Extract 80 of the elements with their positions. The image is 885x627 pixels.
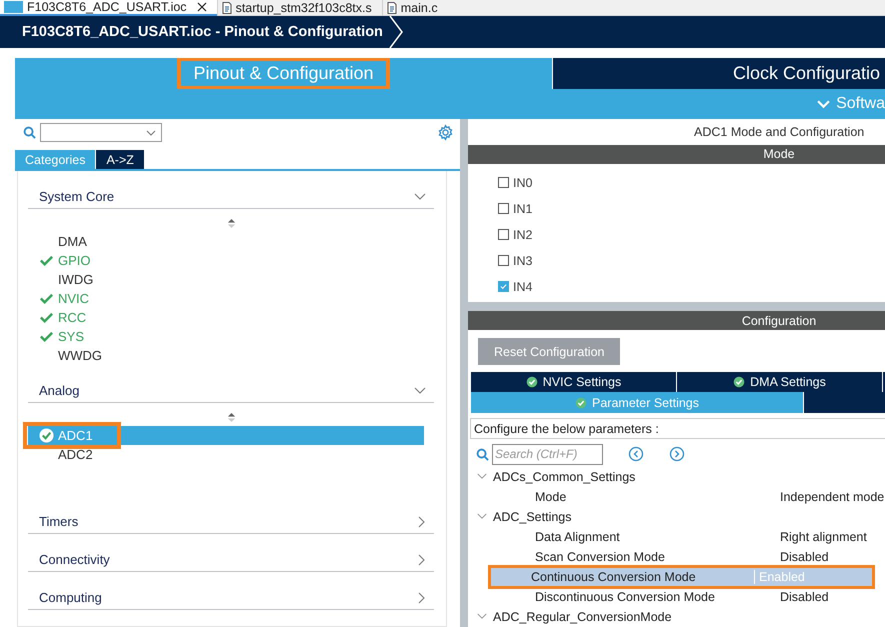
category-header[interactable]: Connectivity (28, 548, 434, 572)
panel-title: ADC1 Mode and Configuration (694, 124, 864, 139)
next-icon[interactable] (669, 446, 685, 462)
breadcrumb-title[interactable]: F103C8T6_ADC_USART.ioc - Pinout & Configuration (22, 24, 383, 40)
mode-header: Mode (468, 144, 885, 164)
parameter-value: Enabled (754, 570, 805, 584)
caret-icon (146, 130, 156, 136)
category-header[interactable]: System Core (28, 185, 434, 209)
parameter-group[interactable]: ADCs_Common_Settings (468, 466, 885, 487)
check-icon (39, 291, 54, 306)
peripheral-item[interactable]: DMA (28, 232, 434, 251)
chevron-right-icon (418, 592, 426, 604)
search-icon (23, 126, 36, 139)
search-dropdown[interactable] (40, 123, 162, 142)
chevron-down-icon (817, 100, 830, 108)
category-header[interactable]: Computing (28, 586, 434, 610)
check-circle-icon (733, 376, 746, 388)
parameter-value: Right alignment (779, 530, 867, 544)
checkbox[interactable] (498, 203, 509, 214)
scroll-arrows-icon[interactable] (226, 412, 236, 423)
checkbox[interactable] (498, 229, 509, 240)
parameter-value: Disabled (779, 590, 829, 604)
chevron-right-icon (418, 554, 426, 566)
check-icon (39, 310, 54, 325)
file-icon (222, 2, 232, 14)
editor-tab[interactable]: F103C8T6_ADC_USART.ioc (0, 0, 217, 16)
checkbox[interactable] (498, 177, 509, 188)
splitter[interactable] (468, 302, 885, 312)
search-icon (476, 448, 489, 461)
main-tab[interactable]: Clock Configuratio (552, 58, 885, 89)
parameter-group[interactable]: ADC_Regular_ConversionMode (468, 606, 885, 627)
settings-icon[interactable] (437, 124, 454, 141)
parameter-name: Discontinuous Conversion Mode (534, 590, 716, 604)
peripheral-item[interactable]: ADC2 (28, 445, 434, 464)
file-icon (4, 1, 23, 13)
category-tab[interactable]: A->Z (96, 150, 144, 169)
category-header[interactable]: Timers (28, 510, 434, 534)
check-icon (39, 329, 54, 344)
chevron-down-icon (477, 473, 487, 480)
check-circle-icon (575, 396, 587, 409)
parameter-name: Mode (534, 490, 568, 504)
channel-label: IN4 (513, 280, 532, 294)
parameter-row[interactable]: Continuous Conversion Mode Enabled (490, 566, 873, 587)
chevron-down-icon (414, 386, 426, 394)
parameter-name: Scan Conversion Mode (534, 550, 666, 564)
file-icon (386, 2, 397, 14)
parameter-row[interactable]: Mode Independent mode (472, 486, 885, 507)
parameter-row[interactable]: Discontinuous Conversion Mode Disabled (472, 586, 885, 607)
check-icon (39, 253, 54, 268)
parameter-name: Data Alignment (534, 530, 621, 544)
category-header[interactable]: Analog (28, 379, 434, 403)
channel-label: IN0 (513, 176, 532, 190)
parameter-value: Independent mode (779, 490, 884, 504)
configuration-header: Configuration (468, 311, 885, 330)
settings-tab[interactable]: NVIC Settings (471, 372, 676, 392)
parameter-name: Continuous Conversion Mode (530, 570, 697, 584)
scroll-arrows-icon[interactable] (226, 218, 236, 229)
channel-label: IN1 (513, 202, 532, 216)
parameter-value: Disabled (779, 550, 829, 564)
check-circle-icon (39, 428, 54, 443)
checkbox[interactable] (498, 255, 509, 266)
previous-icon[interactable] (628, 446, 644, 462)
settings-tab[interactable] (804, 392, 885, 414)
peripheral-item[interactable]: IWDG (28, 270, 434, 289)
parameter-row[interactable]: Data Alignment Right alignment (472, 526, 885, 547)
close-icon[interactable] (196, 2, 207, 12)
chevron-down-icon (414, 192, 426, 200)
chevron-down-icon (477, 613, 487, 620)
parameter-row[interactable]: Scan Conversion Mode Disabled (472, 546, 885, 567)
peripheral-item[interactable]: WWDG (28, 346, 434, 365)
settings-tab[interactable]: DMA Settings (677, 372, 882, 392)
chevron-down-icon (477, 513, 487, 520)
checkbox[interactable] (498, 281, 509, 292)
chevron-right-icon (418, 516, 426, 528)
parameter-search-field[interactable]: Search (Ctrl+F) (492, 444, 603, 465)
parameter-group[interactable]: ADC_Settings (468, 506, 885, 527)
channel-label: IN3 (513, 254, 532, 268)
check-circle-icon (526, 376, 538, 388)
channel-label: IN2 (513, 228, 532, 242)
info-text: Configure the below parameters : (470, 418, 885, 439)
